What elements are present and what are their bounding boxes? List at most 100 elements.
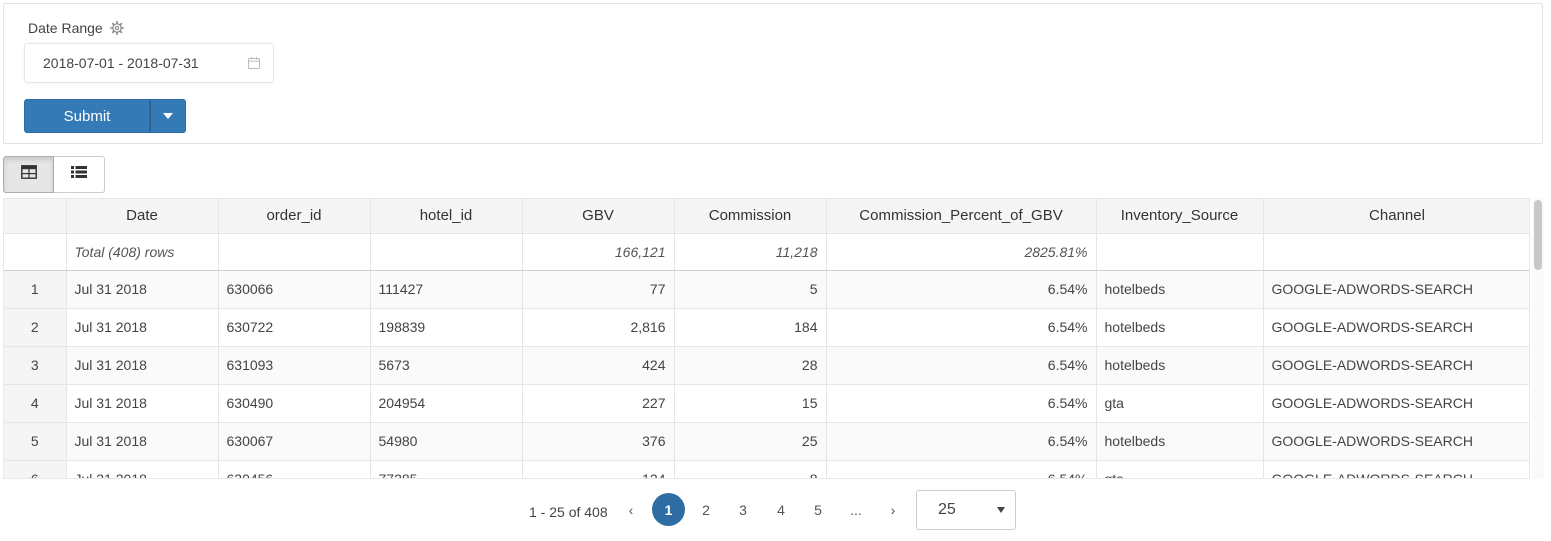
- cell-percent: 6.54%: [826, 270, 1097, 309]
- header-hotel-id[interactable]: hotel_id: [370, 199, 523, 234]
- header-date[interactable]: Date: [66, 199, 219, 234]
- cell-commission: 28: [674, 346, 827, 385]
- header-commission[interactable]: Commission: [674, 199, 827, 234]
- header-inventory-source[interactable]: Inventory_Source: [1096, 199, 1264, 234]
- data-table: Date order_id hotel_id GBV Commission Co…: [4, 199, 1529, 478]
- gear-icon[interactable]: [109, 21, 124, 35]
- cell-order-id: 630456: [218, 460, 371, 478]
- cell-percent: 6.54%: [826, 384, 1097, 423]
- list-view-button[interactable]: [54, 156, 105, 193]
- cell-channel: GOOGLE-ADWORDS-SEARCH: [1263, 422, 1529, 461]
- scrollbar-thumb[interactable]: [1534, 200, 1542, 270]
- table-row[interactable]: 3 Jul 31 2018 631093 5673 424 28 6.54% h…: [4, 346, 1529, 385]
- totals-label: Total (408) rows: [66, 233, 219, 271]
- submit-button[interactable]: Submit: [24, 99, 150, 133]
- header-order-id[interactable]: order_id: [218, 199, 371, 234]
- page-ellipsis: ...: [850, 502, 862, 518]
- totals-rownum: [4, 233, 67, 271]
- totals-percent: 2825.81%: [826, 233, 1097, 271]
- row-number: 6: [4, 460, 67, 478]
- table-row[interactable]: 4 Jul 31 2018 630490 204954 227 15 6.54%…: [4, 384, 1529, 423]
- next-page-button[interactable]: ›: [877, 494, 909, 526]
- cell-order-id: 631093: [218, 346, 371, 385]
- header-gbv[interactable]: GBV: [522, 199, 675, 234]
- cell-inventory-source: gta: [1096, 460, 1264, 478]
- date-range-label-row: Date Range: [28, 20, 124, 36]
- page-button-2[interactable]: 2: [690, 494, 722, 526]
- cell-hotel-id: 204954: [370, 384, 523, 423]
- date-range-input[interactable]: 2018-07-01 - 2018-07-31: [24, 43, 274, 83]
- page-button-4[interactable]: 4: [765, 494, 797, 526]
- filter-panel: Date Range 2018-07-01 - 2018-07-31 Submi…: [3, 3, 1543, 144]
- totals-cell: [370, 233, 523, 271]
- cell-hotel-id: 111427: [370, 270, 523, 309]
- table-view-button[interactable]: [3, 156, 54, 193]
- cell-channel: GOOGLE-ADWORDS-SEARCH: [1263, 346, 1529, 385]
- cell-inventory-source: hotelbeds: [1096, 308, 1264, 347]
- cell-date: Jul 31 2018: [66, 308, 219, 347]
- cell-commission: 184: [674, 308, 827, 347]
- list-icon: [71, 165, 87, 184]
- data-table-container[interactable]: Date order_id hotel_id GBV Commission Co…: [3, 198, 1530, 479]
- cell-date: Jul 31 2018: [66, 384, 219, 423]
- row-number: 1: [4, 270, 67, 309]
- totals-commission: 11,218: [674, 233, 827, 271]
- cell-percent: 6.54%: [826, 422, 1097, 461]
- cell-order-id: 630722: [218, 308, 371, 347]
- chevron-down-icon: [163, 113, 173, 119]
- totals-cell: [218, 233, 371, 271]
- cell-hotel-id: 54980: [370, 422, 523, 461]
- cell-gbv: 2,816: [522, 308, 675, 347]
- cell-date: Jul 31 2018: [66, 460, 219, 478]
- table-scrollbar[interactable]: [1532, 198, 1544, 479]
- cell-channel: GOOGLE-ADWORDS-SEARCH: [1263, 384, 1529, 423]
- table-row[interactable]: 6 Jul 31 2018 630456 77285 124 8 6.54% g…: [4, 460, 1529, 478]
- page-button-3[interactable]: 3: [727, 494, 759, 526]
- cell-gbv: 227: [522, 384, 675, 423]
- row-number: 3: [4, 346, 67, 385]
- table-row[interactable]: 5 Jul 31 2018 630067 54980 376 25 6.54% …: [4, 422, 1529, 461]
- cell-inventory-source: hotelbeds: [1096, 422, 1264, 461]
- cell-inventory-source: hotelbeds: [1096, 346, 1264, 385]
- totals-cell: [1096, 233, 1264, 271]
- page-size-value: 25: [938, 501, 956, 518]
- prev-page-button[interactable]: ‹: [615, 494, 647, 526]
- header-commission-percent[interactable]: Commission_Percent_of_GBV: [826, 199, 1097, 234]
- cell-gbv: 124: [522, 460, 675, 478]
- header-channel[interactable]: Channel: [1263, 199, 1529, 234]
- date-range-label: Date Range: [28, 20, 103, 36]
- pagination: 1 - 25 of 408 ‹ 1 2 3 4 5 ... › 25: [0, 490, 1551, 530]
- page-button-5[interactable]: 5: [802, 494, 834, 526]
- header-rownum: [4, 199, 67, 234]
- cell-hotel-id: 5673: [370, 346, 523, 385]
- cell-channel: GOOGLE-ADWORDS-SEARCH: [1263, 308, 1529, 347]
- calendar-icon[interactable]: [247, 56, 261, 70]
- chevron-down-icon: [997, 507, 1005, 513]
- submit-dropdown-toggle[interactable]: [150, 99, 186, 133]
- cell-hotel-id: 77285: [370, 460, 523, 478]
- cell-order-id: 630066: [218, 270, 371, 309]
- table-grid-icon: [20, 165, 37, 184]
- cell-order-id: 630067: [218, 422, 371, 461]
- cell-order-id: 630490: [218, 384, 371, 423]
- cell-date: Jul 31 2018: [66, 270, 219, 309]
- cell-commission: 15: [674, 384, 827, 423]
- totals-gbv: 166,121: [522, 233, 675, 271]
- cell-percent: 6.54%: [826, 460, 1097, 478]
- pagination-info: 1 - 25 of 408: [529, 504, 608, 520]
- row-number: 4: [4, 384, 67, 423]
- page-size-select[interactable]: 25: [916, 490, 1016, 530]
- table-header-row: Date order_id hotel_id GBV Commission Co…: [4, 199, 1529, 234]
- cell-channel: GOOGLE-ADWORDS-SEARCH: [1263, 270, 1529, 309]
- table-row[interactable]: 2 Jul 31 2018 630722 198839 2,816 184 6.…: [4, 308, 1529, 347]
- totals-cell: [1263, 233, 1529, 271]
- table-row[interactable]: 1 Jul 31 2018 630066 111427 77 5 6.54% h…: [4, 270, 1529, 309]
- cell-percent: 6.54%: [826, 346, 1097, 385]
- cell-inventory-source: gta: [1096, 384, 1264, 423]
- cell-percent: 6.54%: [826, 308, 1097, 347]
- cell-date: Jul 31 2018: [66, 422, 219, 461]
- cell-gbv: 77: [522, 270, 675, 309]
- totals-row: Total (408) rows 166,121 11,218 2825.81%: [4, 233, 1529, 271]
- cell-inventory-source: hotelbeds: [1096, 270, 1264, 309]
- page-button-1[interactable]: 1: [652, 493, 685, 526]
